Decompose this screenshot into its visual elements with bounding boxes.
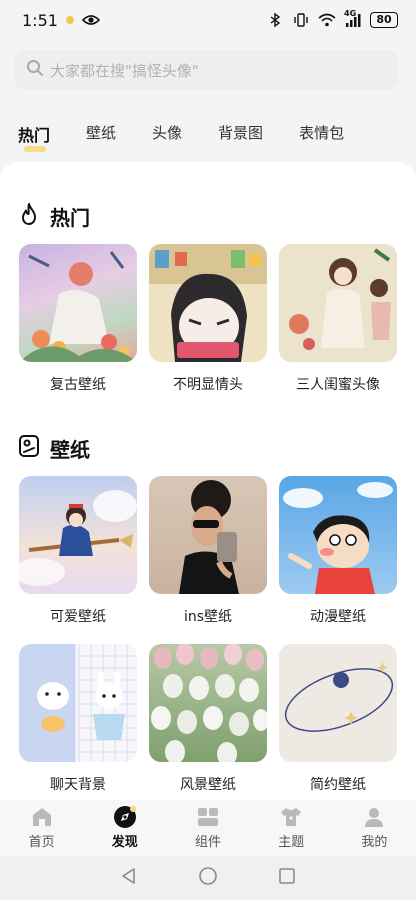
discover-content: 热门 复古壁纸 不明显情头 三人闺蜜头像 壁纸 可爱壁纸 ins壁纸 动漫壁纸 … <box>0 162 416 802</box>
home-icon <box>30 806 54 828</box>
wallpaper-icon <box>18 434 40 463</box>
search-placeholder: 大家都在搜"搞怪头像" <box>50 61 199 80</box>
card-anime-wallpaper[interactable]: 动漫壁纸 <box>279 476 397 626</box>
wifi-icon <box>318 13 336 27</box>
section-title-wallpaper: 壁纸 <box>18 434 90 463</box>
tab-stickers[interactable]: 表情包 <box>299 122 344 146</box>
bottom-nav: 首页 发现 组件 主题 我的 <box>0 800 416 856</box>
discover-icon <box>113 806 137 828</box>
card-label: 复古壁纸 <box>50 377 106 393</box>
tab-hot[interactable]: 热门 <box>18 122 50 152</box>
hot-grid: 复古壁纸 不明显情头 三人闺蜜头像 <box>19 244 397 394</box>
vibrate-icon <box>292 12 310 28</box>
nav-profile[interactable]: 我的 <box>333 800 416 856</box>
thumbnail-chat-background <box>19 644 137 762</box>
bluetooth-battery-icon <box>268 12 284 28</box>
category-tabs: 热门 壁纸 头像 背景图 表情包 <box>18 122 380 152</box>
thumbnail-cute-wallpaper <box>19 476 137 594</box>
card-retro-wallpaper[interactable]: 复古壁纸 <box>19 244 137 394</box>
card-label: 可爱壁纸 <box>50 609 106 625</box>
profile-icon <box>362 806 386 828</box>
system-navigation-bar <box>0 856 416 900</box>
thumbnail-scenery-wallpaper <box>149 644 267 762</box>
card-scenery-wallpaper[interactable]: 风景壁纸 <box>149 644 267 794</box>
weather-dot-icon <box>65 16 74 24</box>
card-label: 风景壁纸 <box>180 777 236 793</box>
cellular-signal-icon: 4G <box>344 9 362 27</box>
thumbnail-ins-wallpaper <box>149 476 267 594</box>
card-label: 不明显情头 <box>173 377 243 393</box>
back-icon[interactable] <box>120 867 138 889</box>
nav-themes[interactable]: 主题 <box>250 800 333 856</box>
tab-wallpaper[interactable]: 壁纸 <box>86 122 116 146</box>
nav-label: 我的 <box>361 835 388 850</box>
recents-square-icon[interactable] <box>278 867 296 889</box>
nav-home[interactable]: 首页 <box>0 800 83 856</box>
card-label: ins壁纸 <box>183 609 233 625</box>
thumbnail-anime-wallpaper <box>279 476 397 594</box>
status-bar: 1:51 4G 80 <box>0 0 416 40</box>
flame-icon <box>18 202 40 231</box>
battery-indicator: 80 <box>370 12 398 28</box>
card-label: 三人闺蜜头像 <box>296 377 380 393</box>
card-minimal-wallpaper[interactable]: 简约壁纸 <box>279 644 397 794</box>
card-bff-trio-avatar[interactable]: 三人闺蜜头像 <box>279 244 397 394</box>
section-title-text: 热门 <box>50 206 90 230</box>
tab-background[interactable]: 背景图 <box>218 122 263 146</box>
nav-label: 首页 <box>28 835 55 850</box>
card-label: 动漫壁纸 <box>310 609 366 625</box>
section-title-text: 壁纸 <box>50 438 90 462</box>
thumbnail-bff-trio-avatar <box>279 244 397 362</box>
nav-widgets[interactable]: 组件 <box>166 800 249 856</box>
theme-shirt-icon <box>279 806 303 828</box>
signal-label: 4G <box>344 9 357 18</box>
status-time: 1:51 <box>22 10 58 30</box>
home-circle-icon[interactable] <box>198 866 218 890</box>
card-ins-wallpaper[interactable]: ins壁纸 <box>149 476 267 626</box>
nav-label: 组件 <box>195 835 222 850</box>
thumbnail-minimal-wallpaper <box>279 644 397 762</box>
nav-label: 发现 <box>111 835 138 850</box>
card-cute-wallpaper[interactable]: 可爱壁纸 <box>19 476 137 626</box>
eye-icon <box>81 14 100 26</box>
card-chat-background[interactable]: 聊天背景 <box>19 644 137 794</box>
search-icon <box>26 59 44 81</box>
card-label: 聊天背景 <box>50 777 106 793</box>
nav-discover[interactable]: 发现 <box>83 800 166 856</box>
thumbnail-subtle-couple <box>149 244 267 362</box>
nav-label: 主题 <box>278 835 305 850</box>
tab-avatar[interactable]: 头像 <box>152 122 182 146</box>
widgets-icon <box>196 806 220 828</box>
thumbnail-retro-wallpaper <box>19 244 137 362</box>
section-title-hot: 热门 <box>18 202 90 231</box>
search-bar[interactable]: 大家都在搜"搞怪头像" <box>14 50 398 90</box>
card-label: 简约壁纸 <box>310 777 366 793</box>
card-subtle-couple[interactable]: 不明显情头 <box>149 244 267 394</box>
wallpaper-grid: 可爱壁纸 ins壁纸 动漫壁纸 聊天背景 风景壁纸 简约壁纸 <box>19 476 397 794</box>
